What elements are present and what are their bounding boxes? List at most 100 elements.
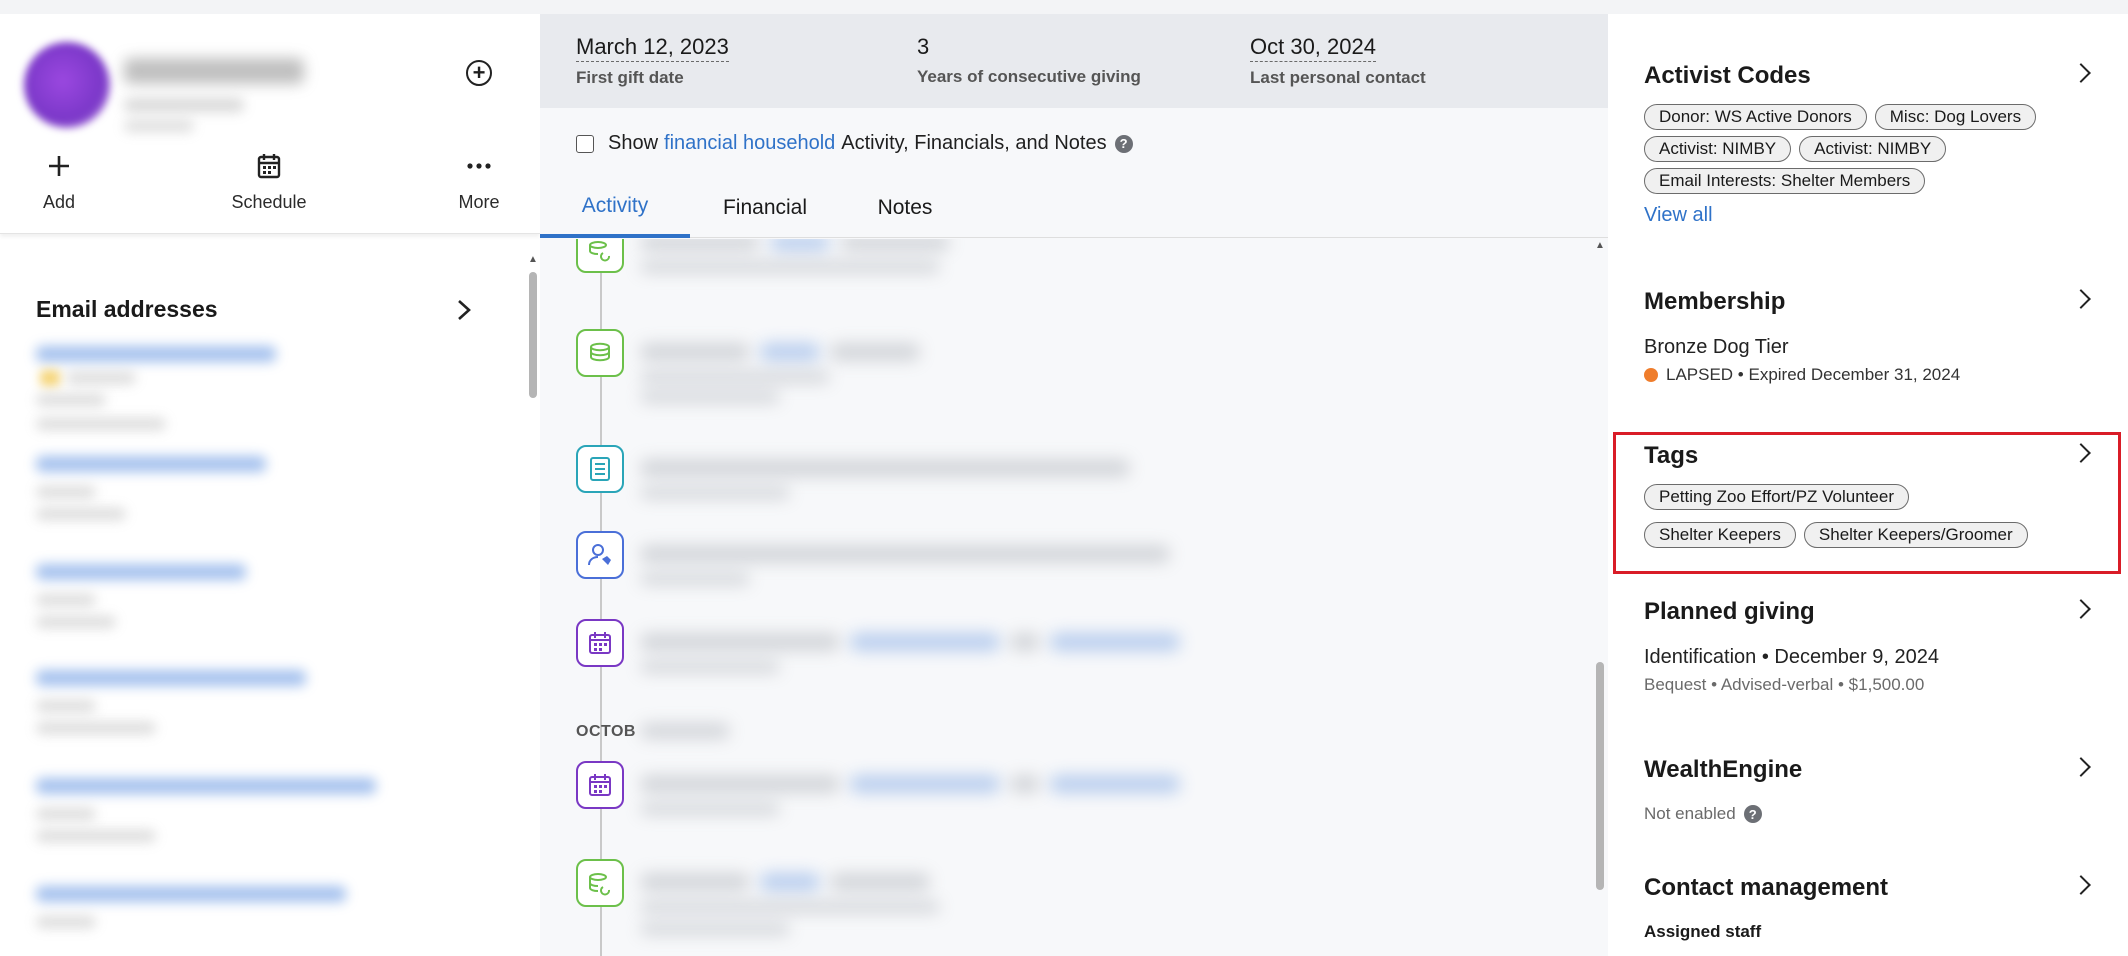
view-all-link[interactable]: View all — [1644, 204, 2088, 227]
tab-activity[interactable]: Activity — [540, 178, 690, 238]
activity-link-blurred[interactable] — [1050, 775, 1180, 793]
middle-scrollbar-thumb[interactable] — [1596, 662, 1604, 890]
contact-management-section: Contact management Assigned staff — [1644, 874, 2091, 942]
activity-meta-blurred — [640, 923, 790, 935]
calendar-event-icon — [576, 619, 624, 667]
more-icon — [466, 150, 492, 182]
activity-text-blurred — [640, 459, 1130, 477]
contact-subtitle2-blurred — [124, 120, 194, 132]
month-label-blurred — [640, 723, 730, 739]
add-circle-icon[interactable]: + — [466, 60, 492, 86]
activity-text-blurred — [840, 239, 950, 251]
activity-link-blurred[interactable] — [760, 343, 820, 361]
household-prefix: Show — [608, 132, 659, 154]
last-contact-stat: Oct 30, 2024 Last personal contact — [1250, 34, 1426, 88]
tab-notes[interactable]: Notes — [840, 178, 970, 238]
more-button[interactable]: More — [424, 150, 534, 213]
household-suffix: Activity, Financials, and Notes — [841, 132, 1107, 154]
schedule-button[interactable]: Schedule — [214, 150, 324, 213]
activity-meta-blurred — [640, 371, 830, 383]
document-list-icon — [576, 445, 624, 493]
stats-bar: March 12, 2023 First gift date 3 Years o… — [540, 14, 1608, 108]
financial-household-link[interactable]: financial household — [664, 132, 835, 155]
add-button[interactable]: Add — [4, 150, 114, 213]
first-gift-stat: March 12, 2023 First gift date — [576, 34, 729, 88]
activist-codes-list: Donor: WS Active Donors Misc: Dog Lovers… — [1644, 104, 2088, 194]
activist-code-pill[interactable]: Email Interests: Shelter Members — [1644, 168, 1926, 194]
activist-code-pill[interactable]: Donor: WS Active Donors — [1644, 104, 1867, 130]
planned-giving-title: Planned giving — [1644, 598, 1815, 625]
help-icon[interactable]: ? — [1114, 134, 1133, 153]
scroll-up-arrow-icon[interactable]: ▲ — [528, 254, 538, 265]
first-gift-value[interactable]: March 12, 2023 — [576, 34, 729, 62]
email-link-blurred[interactable] — [36, 886, 346, 902]
planned-giving-main: Identification • December 9, 2024 — [1644, 646, 1939, 668]
email-addresses-title: Email addresses — [36, 296, 218, 322]
email-meta-blurred — [36, 830, 156, 842]
activist-code-pill[interactable]: Activist: NIMBY — [1799, 136, 1947, 162]
left-scrollbar-thumb[interactable] — [529, 272, 537, 398]
plus-icon — [46, 150, 72, 182]
membership-tier: Bronze Dog Tier — [1644, 336, 1789, 358]
email-section: Email addresses — [0, 234, 530, 956]
activist-code-pill[interactable]: Misc: Dog Lovers — [1874, 104, 2037, 130]
primary-star-icon — [40, 370, 60, 386]
activist-codes-title: Activist Codes — [1644, 62, 1811, 89]
tab-financial[interactable]: Financial — [690, 178, 840, 238]
wealthengine-section: WealthEngine Not enabled ? — [1644, 756, 2091, 824]
activity-meta-blurred — [640, 901, 940, 913]
activity-link-blurred[interactable] — [1050, 633, 1180, 651]
top-strip — [0, 0, 2128, 14]
person-tag-icon — [576, 531, 624, 579]
activity-meta-blurred — [640, 803, 780, 815]
years-giving-stat: 3 Years of consecutive giving — [917, 34, 1141, 87]
email-meta-blurred — [36, 808, 96, 820]
help-icon[interactable]: ? — [1743, 805, 1762, 823]
calendar-event-icon — [576, 761, 624, 809]
assigned-staff-label: Assigned staff — [1644, 922, 1762, 941]
email-meta-blurred — [36, 486, 96, 498]
email-link-blurred[interactable] — [36, 564, 246, 580]
household-checkbox[interactable] — [576, 134, 594, 153]
activity-text-blurred — [830, 873, 930, 891]
household-toggle-row: Show financial household Activity, Finan… — [576, 132, 1133, 155]
activity-meta-blurred — [640, 261, 940, 273]
activity-text-blurred — [1010, 775, 1040, 793]
schedule-label: Schedule — [231, 192, 307, 212]
gift-coins-icon — [576, 329, 624, 377]
email-meta-blurred — [36, 700, 96, 712]
email-chevron-icon[interactable] — [456, 296, 472, 330]
activity-link-blurred[interactable] — [770, 239, 830, 251]
email-link-blurred[interactable] — [36, 670, 306, 686]
email-meta-blurred — [36, 418, 166, 430]
email-meta-blurred — [36, 722, 156, 734]
email-link-blurred[interactable] — [36, 346, 276, 362]
activity-meta-blurred — [640, 487, 790, 499]
email-meta-blurred — [36, 594, 96, 606]
email-meta-blurred — [36, 916, 96, 928]
activity-link-blurred[interactable] — [850, 633, 1000, 651]
email-link-blurred[interactable] — [36, 778, 376, 794]
wealthengine-status-text: Not enabled — [1644, 804, 1736, 823]
last-contact-value[interactable]: Oct 30, 2024 — [1250, 34, 1376, 62]
tags-highlight-box — [1613, 432, 2121, 574]
month-label: OCTOB — [576, 723, 636, 740]
avatar — [24, 42, 110, 128]
activity-text-blurred — [640, 239, 760, 251]
years-giving-caption: Years of consecutive giving — [917, 67, 1141, 86]
activity-text-blurred — [830, 343, 920, 361]
activist-code-pill[interactable]: Activist: NIMBY — [1644, 136, 1792, 162]
activity-link-blurred[interactable] — [760, 873, 820, 891]
activity-timeline: OCTOB — [540, 239, 1608, 956]
activity-text-blurred — [640, 545, 1170, 563]
profile-header: + Add Schedule More — [0, 14, 540, 234]
activity-meta-blurred — [640, 661, 780, 673]
activity-link-blurred[interactable] — [850, 775, 1000, 793]
first-gift-caption: First gift date — [576, 68, 684, 87]
email-link-blurred[interactable] — [36, 456, 266, 472]
membership-status: LAPSED • Expired December 31, 2024 — [1644, 365, 2088, 385]
activity-text-blurred — [640, 873, 750, 891]
scroll-up-arrow-icon[interactable]: ▲ — [1595, 240, 1605, 251]
wealthengine-title: WealthEngine — [1644, 756, 1803, 783]
activity-text-blurred — [1010, 633, 1040, 651]
